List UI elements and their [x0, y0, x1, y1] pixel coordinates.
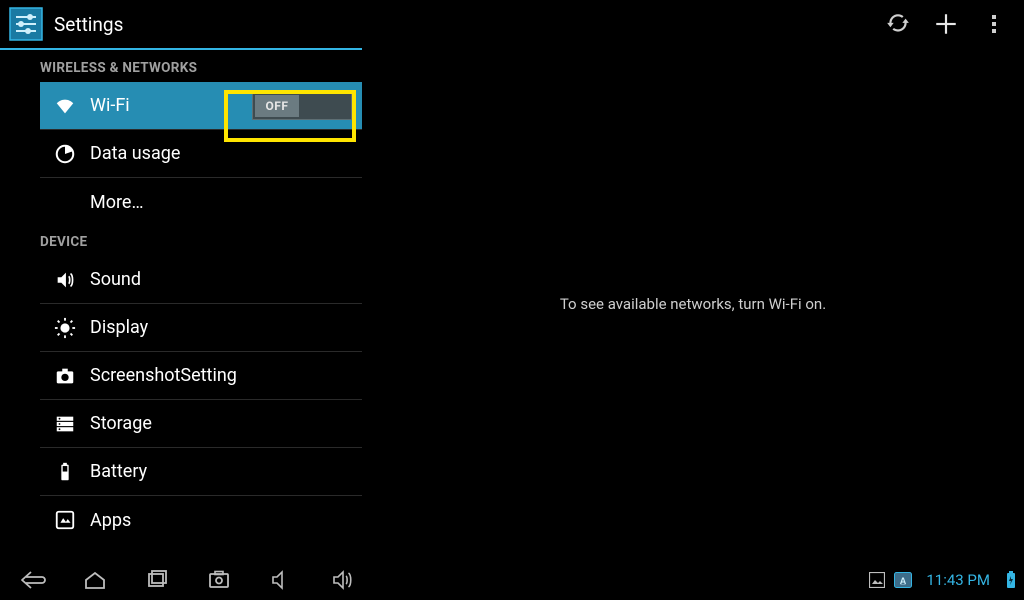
- action-bar: Settings: [0, 0, 1024, 48]
- content-area: WIRELESS & NETWORKS Wi-Fi OFF Data usage…: [0, 48, 1024, 560]
- back-button[interactable]: [2, 560, 64, 600]
- battery-charging-icon: [1002, 571, 1020, 589]
- sidebar-item-wifi[interactable]: Wi-Fi OFF: [40, 82, 362, 130]
- sidebar-item-label: Storage: [90, 413, 152, 434]
- recent-apps-button[interactable]: [126, 560, 188, 600]
- sidebar-item-label: Sound: [90, 269, 141, 290]
- sidebar-item-sound[interactable]: Sound: [40, 256, 362, 304]
- wifi-toggle-knob: OFF: [255, 95, 299, 117]
- data-usage-icon: [54, 143, 90, 165]
- settings-sidebar: WIRELESS & NETWORKS Wi-Fi OFF Data usage…: [0, 48, 362, 560]
- picture-notification-icon[interactable]: [868, 571, 886, 589]
- sidebar-item-label: Data usage: [90, 143, 180, 164]
- home-button[interactable]: [64, 560, 126, 600]
- sidebar-item-label: More…: [90, 192, 144, 213]
- sidebar-item-apps[interactable]: Apps: [40, 496, 362, 544]
- sidebar-item-data-usage[interactable]: Data usage: [40, 130, 362, 178]
- storage-icon: [54, 413, 90, 435]
- sidebar-item-storage[interactable]: Storage: [40, 400, 362, 448]
- wifi-toggle[interactable]: OFF: [252, 92, 352, 120]
- display-icon: [54, 317, 90, 339]
- sidebar-item-screenshot[interactable]: ScreenshotSetting: [40, 352, 362, 400]
- sidebar-item-label: ScreenshotSetting: [90, 365, 237, 386]
- section-header-device: DEVICE: [40, 226, 362, 256]
- overflow-menu-button[interactable]: [970, 0, 1018, 48]
- add-network-button[interactable]: [922, 0, 970, 48]
- camera-icon: [54, 365, 90, 387]
- ime-notification-icon[interactable]: A̲: [894, 571, 912, 589]
- settings-app-icon: [6, 4, 46, 44]
- apps-icon: [54, 509, 90, 531]
- page-title: Settings: [54, 13, 123, 36]
- screenshot-button[interactable]: [188, 560, 250, 600]
- sidebar-item-label: Display: [90, 317, 148, 338]
- sidebar-item-label: Wi-Fi: [90, 95, 130, 116]
- detail-message: To see available networks, turn Wi-Fi on…: [560, 295, 826, 313]
- sidebar-item-label: Apps: [90, 510, 131, 531]
- sidebar-item-more[interactable]: More…: [40, 178, 362, 226]
- status-clock[interactable]: 11:43 PM: [926, 571, 990, 589]
- system-navbar: A̲ 11:43 PM: [0, 560, 1024, 600]
- svg-text:A̲: A̲: [900, 576, 907, 586]
- sound-icon: [54, 269, 90, 291]
- wifi-icon: [54, 95, 90, 117]
- sidebar-item-display[interactable]: Display: [40, 304, 362, 352]
- sidebar-item-label: Battery: [90, 461, 147, 482]
- battery-icon: [54, 461, 90, 483]
- section-header-wireless: WIRELESS & NETWORKS: [40, 52, 362, 82]
- volume-down-button[interactable]: [250, 560, 312, 600]
- detail-pane: To see available networks, turn Wi-Fi on…: [362, 48, 1024, 560]
- volume-up-button[interactable]: [312, 560, 374, 600]
- sidebar-item-battery[interactable]: Battery: [40, 448, 362, 496]
- refresh-wps-button[interactable]: [874, 0, 922, 48]
